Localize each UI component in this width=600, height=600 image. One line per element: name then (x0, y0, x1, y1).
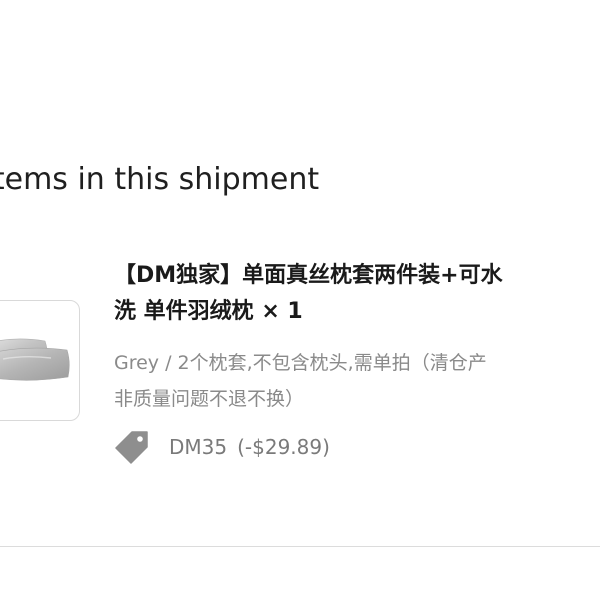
tag-icon (114, 429, 150, 465)
product-title-line-2: 洗 单件羽绒枕 × 1 (114, 299, 303, 324)
discount-row: DM35 (-$29.89) (114, 429, 330, 465)
divider (0, 546, 600, 547)
product-title-line-1: 【DM独家】单面真丝枕套两件装+可水 (114, 263, 503, 288)
discount-code: DM35 (169, 435, 228, 459)
product-variant: Grey / 2个枕套,不包含枕头,需单拍（清仓产 非质量问题不退不换） (114, 345, 600, 417)
product-title[interactable]: 【DM独家】单面真丝枕套两件装+可水 洗 单件羽绒枕 × 1 (114, 258, 600, 330)
shipment-items-section: Items in this shipment 【DM独家】单面真丝枕套两件装+可… (0, 0, 600, 600)
product-thumbnail[interactable] (0, 300, 80, 421)
discount-amount: (-$29.89) (237, 435, 330, 459)
variant-line-2: 非质量问题不退不换） (114, 388, 305, 410)
section-title: Items in this shipment (0, 162, 320, 197)
variant-line-1: Grey / 2个枕套,不包含枕头,需单拍（清仓产 (114, 352, 487, 374)
pillowcase-image (0, 338, 70, 381)
